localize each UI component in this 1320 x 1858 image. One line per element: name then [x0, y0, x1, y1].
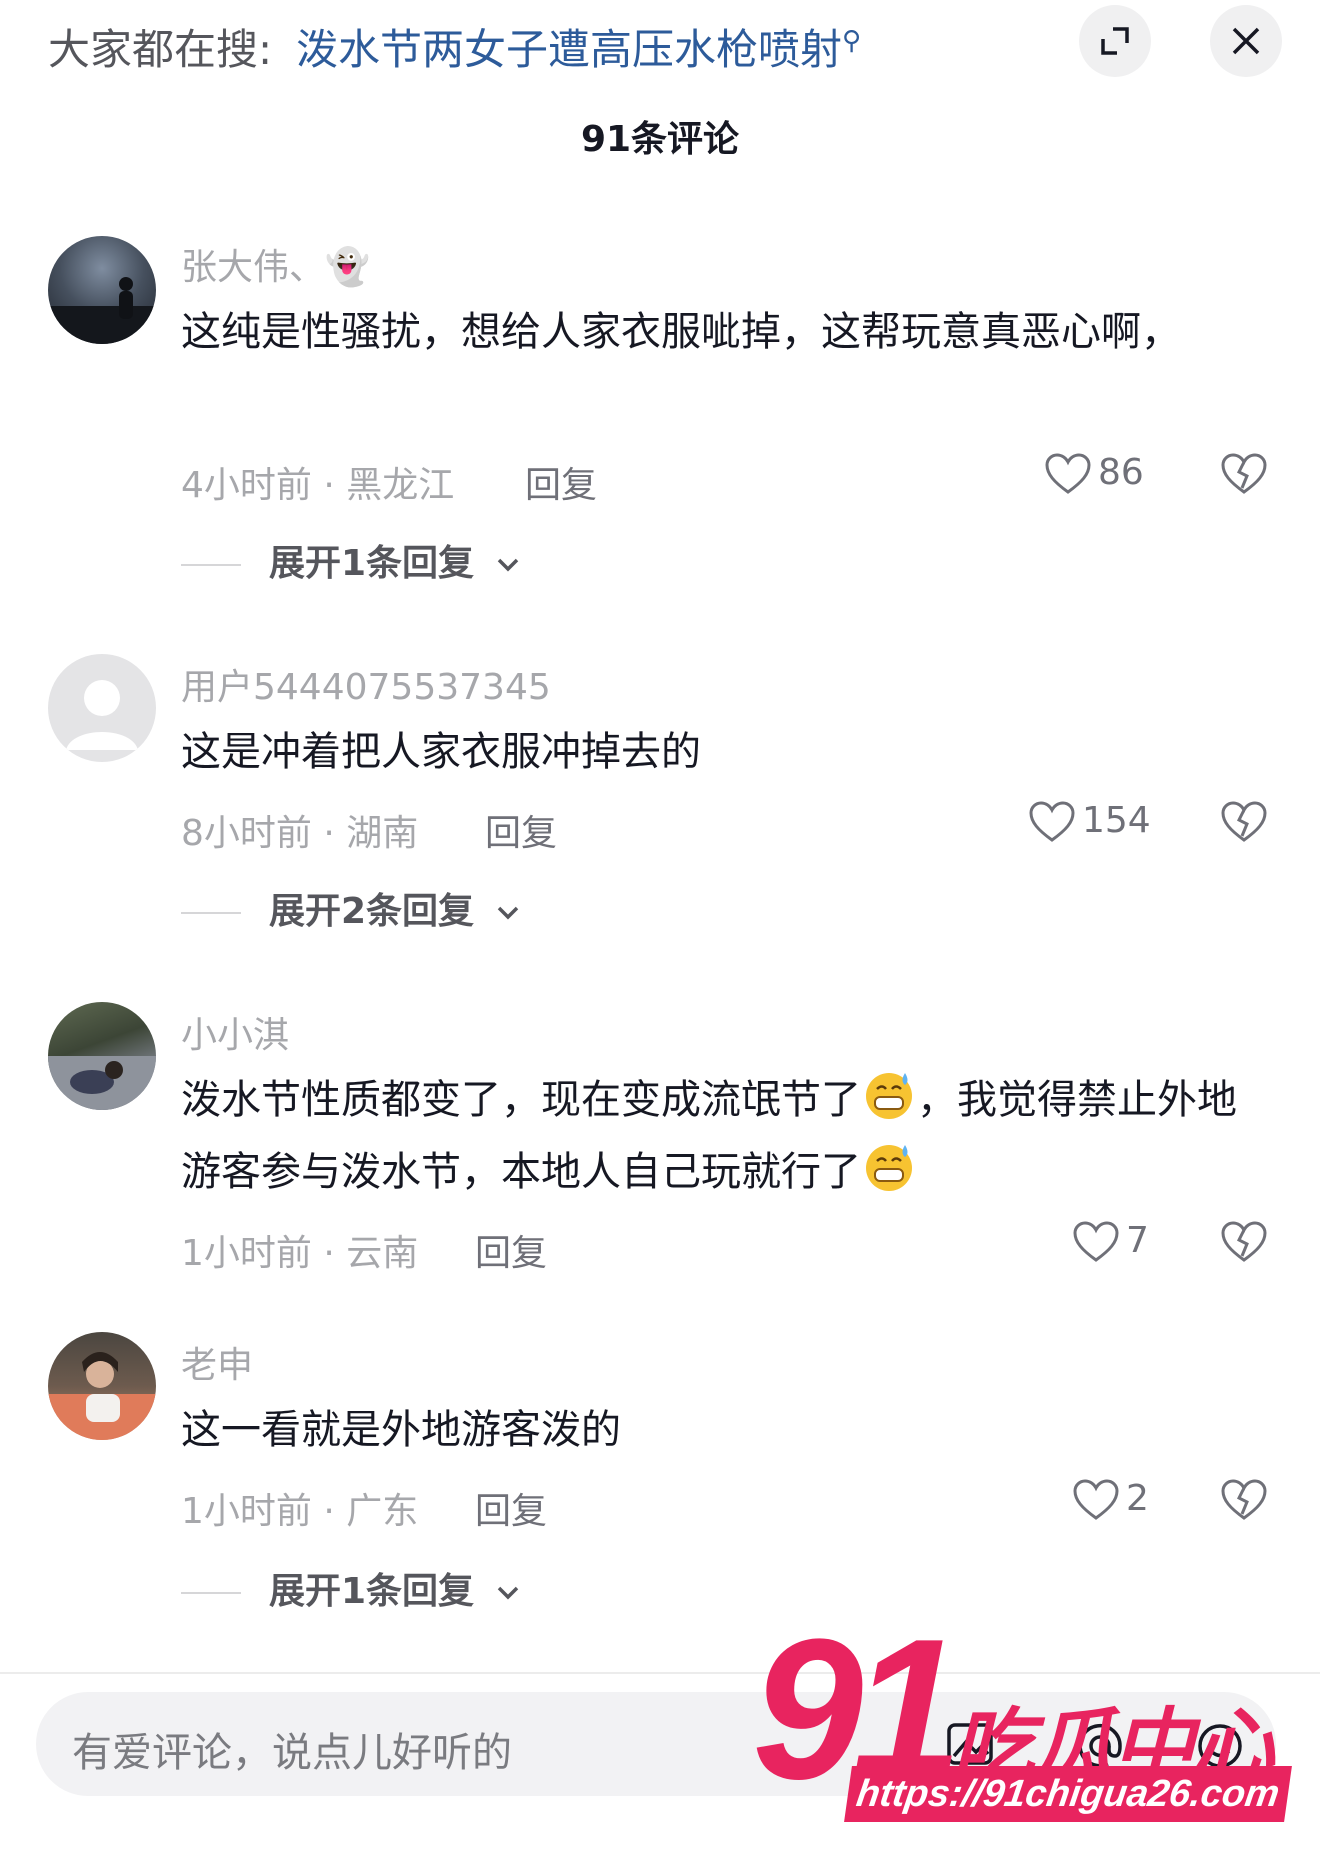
chevron-down-icon	[497, 906, 518, 920]
avatar[interactable]	[48, 654, 156, 762]
expand-replies-button[interactable]: 展开1条回复	[181, 1562, 521, 1614]
reply-button[interactable]: 回复	[485, 804, 557, 856]
like-count: 7	[1126, 1220, 1149, 1261]
broken-heart-icon	[1221, 453, 1267, 494]
like-count: 86	[1098, 452, 1144, 493]
expand-replies-label[interactable]: 展开2条回复	[269, 891, 474, 932]
reply-button[interactable]: 回复	[475, 1482, 547, 1534]
chevron-down-icon	[497, 1586, 518, 1600]
like-button[interactable]: 154	[1028, 800, 1151, 844]
expand-replies-button[interactable]: 展开1条回复	[181, 534, 521, 586]
comment-username[interactable]: 张大伟、👻	[181, 238, 370, 290]
divider	[181, 564, 241, 566]
avatar-silhouette	[48, 277, 156, 344]
comment-meta: 4小时前 · 黑龙江	[181, 465, 455, 506]
avatar[interactable]	[48, 1332, 156, 1440]
like-count: 154	[1082, 800, 1151, 841]
close-button[interactable]	[1210, 5, 1282, 77]
reply-button[interactable]: 回复	[475, 1224, 547, 1276]
broken-heart-icon	[1221, 1479, 1267, 1520]
expand-button[interactable]	[1079, 5, 1151, 77]
heart-icon	[1029, 801, 1075, 842]
comment-username[interactable]: 用户5444075537345	[181, 658, 551, 710]
like-button[interactable]: 7	[1072, 1220, 1149, 1264]
comment-meta: 1小时前 · 广东	[181, 1491, 419, 1532]
trending-search-link[interactable]: 泼水节两女子遭高压水枪喷射⚲	[296, 16, 861, 77]
expand-replies-label[interactable]: 展开1条回复	[269, 543, 474, 584]
broken-heart-icon	[1221, 801, 1267, 842]
comment-text-part: 泼水节性质都变了，现在变成流氓节了	[181, 1077, 861, 1123]
expand-replies-label[interactable]: 展开1条回复	[269, 1571, 474, 1612]
comment-count-title: 91条评论	[580, 119, 740, 160]
comment-text: 泼水节性质都变了，现在变成流氓节了 ，我觉得禁止外地游客参与泼水节，本地人自己玩就…	[181, 1064, 1271, 1208]
like-button[interactable]: 86	[1044, 452, 1144, 496]
comment-username[interactable]: 老申	[181, 1336, 253, 1388]
avatar[interactable]	[48, 1002, 156, 1110]
broken-heart-icon	[1221, 1221, 1267, 1262]
expand-replies-button[interactable]: 展开2条回复	[181, 882, 521, 934]
dislike-button[interactable]	[1220, 1478, 1268, 1526]
dislike-button[interactable]	[1220, 800, 1268, 848]
top-bar: 大家都在搜: 泼水节两女子遭高压水枪喷射⚲	[0, 0, 1320, 90]
comment-text: 这一看就是外地游客泼的	[181, 1407, 621, 1453]
default-avatar-icon	[66, 680, 138, 750]
heart-icon	[1073, 1221, 1119, 1262]
dislike-button[interactable]	[1220, 452, 1268, 500]
chevron-down-icon	[497, 558, 518, 572]
comment-text: 这纯是性骚扰，想给人家衣服呲掉，这帮玩意真恶心啊，	[181, 309, 1181, 355]
comment-meta: 8小时前 · 湖南	[181, 813, 419, 854]
comment-meta: 1小时前 · 云南	[181, 1233, 419, 1274]
avatar-photo	[48, 1056, 156, 1110]
heart-icon	[1045, 453, 1091, 494]
heart-icon	[1073, 1479, 1119, 1520]
divider	[181, 912, 241, 914]
like-button[interactable]: 2	[1072, 1478, 1149, 1522]
divider	[181, 1592, 241, 1594]
site-watermark: 91 吃瓜中心 https://91chigua26.com	[752, 1610, 1312, 1830]
search-prefix: 大家都在搜:	[48, 25, 273, 74]
watermark-url: https://91chigua26.com	[844, 1766, 1292, 1822]
reply-button[interactable]: 回复	[525, 456, 597, 508]
avatar[interactable]	[48, 236, 156, 344]
like-count: 2	[1126, 1478, 1149, 1519]
close-icon	[1232, 27, 1260, 55]
expand-window-icon	[1101, 27, 1129, 55]
comment-text: 这是冲着把人家衣服冲掉去的	[181, 729, 701, 775]
comment-username[interactable]: 小小淇	[181, 1006, 289, 1058]
comment-input-placeholder: 有爱评论，说点儿好听的	[72, 1730, 512, 1776]
search-icon: ⚲	[842, 26, 862, 56]
dislike-button[interactable]	[1220, 1220, 1268, 1268]
grinning-sweat-emoji	[866, 1145, 912, 1191]
grinning-sweat-emoji	[866, 1073, 912, 1119]
trending-search-text[interactable]: 泼水节两女子遭高压水枪喷射	[296, 25, 842, 74]
avatar-photo	[48, 1352, 156, 1440]
